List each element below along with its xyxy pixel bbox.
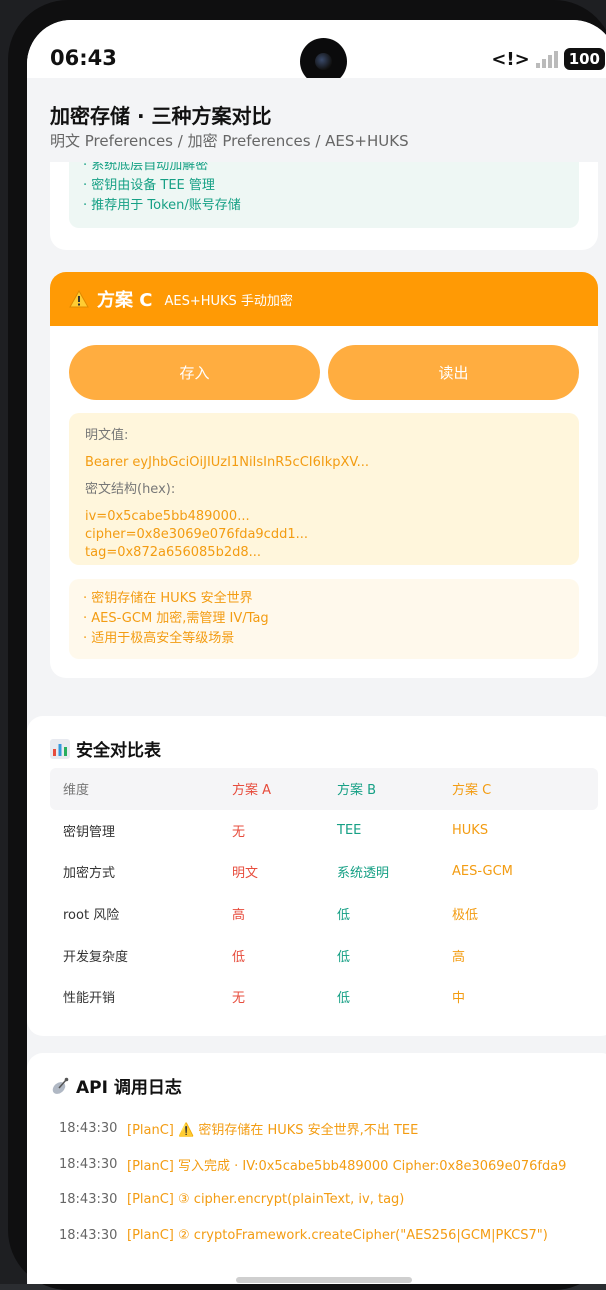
log-message: [PlanC] ② cryptoFramework.createCipher("…	[127, 1227, 548, 1243]
warning-icon	[69, 290, 89, 308]
list-item: · 适用于极高安全等级场景	[83, 631, 235, 646]
comparison-title: 安全对比表	[50, 736, 161, 761]
page-title: 加密存储 · 三种方案对比	[50, 104, 272, 128]
list-item: · 密钥存储在 HUKS 安全世界	[83, 591, 253, 606]
table-cell: 开发复杂度	[63, 949, 129, 965]
comparison-title-text: 安全对比表	[76, 741, 161, 761]
home-indicator[interactable]	[236, 1277, 412, 1283]
list-item: · 系统底层自动加解密	[83, 162, 209, 173]
tag-value: tag=0x872a656085b2d8...	[85, 545, 262, 560]
status-bar: 06:43 <!> 100	[27, 20, 606, 85]
log-message: [PlanC] 写入完成 · IV:0x5cabe5bb489000 Ciphe…	[127, 1158, 567, 1174]
log-entry: 18:43:30 [PlanC] ③ cipher.encrypt(plainT…	[59, 1182, 599, 1218]
status-icons: <!> 100	[491, 48, 605, 70]
plan-b-card: · 系统底层自动加解密 · 密钥由设备 TEE 管理 · 推荐用于 Token/…	[50, 162, 598, 250]
log-message: [PlanC] ⚠️ 密钥存储在 HUKS 安全世界,不出 TEE	[127, 1123, 419, 1139]
signal-icon	[535, 50, 558, 68]
list-item: · AES-GCM 加密,需管理 IV/Tag	[83, 611, 269, 626]
plan-c-actions: 存入 读出	[69, 345, 579, 400]
plan-c-card: 方案 C AES+HUKS 手动加密 存入 读出 明文值: Bearer eyJ…	[50, 272, 598, 678]
plaintext-value: Bearer eyJhbGciOiJIUzI1NiIsInR5cCI6IkpXV…	[85, 455, 370, 470]
comparison-section: 安全对比表 维度 方案 A 方案 B 方案 C 密钥管理 无 TEE HUKS …	[27, 716, 606, 1036]
log-entry: 18:43:30 [PlanC] ② cryptoFramework.creat…	[59, 1218, 599, 1254]
plan-c-title: 方案 C	[97, 290, 153, 311]
log-title-text: API 调用日志	[76, 1078, 182, 1098]
table-header-row: 维度 方案 A 方案 B 方案 C	[50, 768, 598, 810]
header-dimension: 维度	[63, 783, 90, 799]
header-plan-a: 方案 A	[232, 783, 272, 799]
satellite-icon	[52, 1077, 69, 1094]
table-cell: 低	[337, 949, 351, 965]
screen: 06:43 <!> 100 加密存储 · 三种方案对比 明文 Preferenc…	[27, 20, 606, 1284]
table-cell: 明文	[232, 866, 259, 882]
table-cell: 无	[232, 824, 246, 840]
save-button[interactable]: 存入	[69, 345, 320, 400]
code-alert-icon: <!>	[491, 48, 530, 70]
plan-b-notes: · 系统底层自动加解密 · 密钥由设备 TEE 管理 · 推荐用于 Token/…	[69, 162, 579, 228]
bar-chart-icon	[50, 738, 70, 759]
table-cell: 加密方式	[63, 866, 116, 882]
comparison-table: 维度 方案 A 方案 B 方案 C 密钥管理 无 TEE HUKS 加密方式 明…	[50, 768, 598, 1018]
table-cell: 极低	[452, 908, 479, 924]
page-subtitle: 明文 Preferences / 加密 Preferences / AES+HU…	[50, 132, 409, 150]
table-cell: 高	[232, 908, 246, 924]
list-item: · 密钥由设备 TEE 管理	[83, 178, 215, 193]
log-time: 18:43:30	[59, 1192, 118, 1208]
table-cell: AES-GCM	[452, 864, 513, 880]
table-cell: 中	[452, 991, 466, 1007]
battery-icon: 100	[563, 48, 605, 70]
log-list: 18:43:30 [PlanC] ⚠️ 密钥存储在 HUKS 安全世界,不出 T…	[59, 1111, 599, 1253]
table-cell: root 风险	[63, 908, 120, 924]
ciphertext-label: 密文结构(hex):	[85, 482, 176, 497]
header-plan-b: 方案 B	[337, 783, 377, 799]
log-entry: 18:43:30 [PlanC] ⚠️ 密钥存储在 HUKS 安全世界,不出 T…	[59, 1111, 599, 1147]
table-row: 开发复杂度 低 低 高	[50, 934, 598, 976]
plaintext-label: 明文值:	[85, 428, 129, 443]
read-button[interactable]: 读出	[328, 345, 579, 400]
table-cell: 低	[232, 949, 246, 965]
table-cell: TEE	[337, 822, 362, 838]
header-plan-c: 方案 C	[452, 783, 492, 799]
cipher-detail-box: 明文值: Bearer eyJhbGciOiJIUzI1NiIsInR5cCI6…	[69, 413, 579, 565]
list-item: · 推荐用于 Token/账号存储	[83, 198, 241, 213]
log-time: 18:43:30	[59, 1156, 118, 1172]
table-cell: HUKS	[452, 822, 489, 838]
cipher-value: cipher=0x8e3069e076fda9cdd1...	[85, 527, 308, 542]
api-log-section: API 调用日志 18:43:30 [PlanC] ⚠️ 密钥存储在 HUKS …	[27, 1053, 606, 1284]
table-cell: 系统透明	[337, 866, 390, 882]
table-row: 密钥管理 无 TEE HUKS	[50, 810, 598, 852]
table-cell: 性能开销	[63, 991, 116, 1007]
table-row: 性能开销 无 低 中	[50, 976, 598, 1018]
table-cell: 密钥管理	[63, 824, 116, 840]
log-time: 18:43:30	[59, 1121, 118, 1137]
table-cell: 低	[337, 908, 351, 924]
table-row: root 风险 高 低 极低	[50, 893, 598, 935]
status-time: 06:43	[50, 46, 117, 70]
table-cell: 无	[232, 991, 246, 1007]
plan-c-header: 方案 C AES+HUKS 手动加密	[50, 272, 598, 326]
table-cell: 低	[337, 991, 351, 1007]
log-title: API 调用日志	[50, 1073, 182, 1098]
plan-c-subtitle: AES+HUKS 手动加密	[164, 293, 293, 309]
iv-value: iv=0x5cabe5bb489000...	[85, 509, 250, 524]
phone-frame: 06:43 <!> 100 加密存储 · 三种方案对比 明文 Preferenc…	[8, 0, 606, 1290]
log-entry: 18:43:30 [PlanC] 写入完成 · IV:0x5cabe5bb489…	[59, 1147, 599, 1183]
log-message: [PlanC] ③ cipher.encrypt(plainText, iv, …	[127, 1192, 405, 1208]
plan-c-notes: · 密钥存储在 HUKS 安全世界 · AES-GCM 加密,需管理 IV/Ta…	[69, 579, 579, 659]
table-row: 加密方式 明文 系统透明 AES-GCM	[50, 851, 598, 893]
table-cell: 高	[452, 949, 466, 965]
log-time: 18:43:30	[59, 1227, 118, 1243]
